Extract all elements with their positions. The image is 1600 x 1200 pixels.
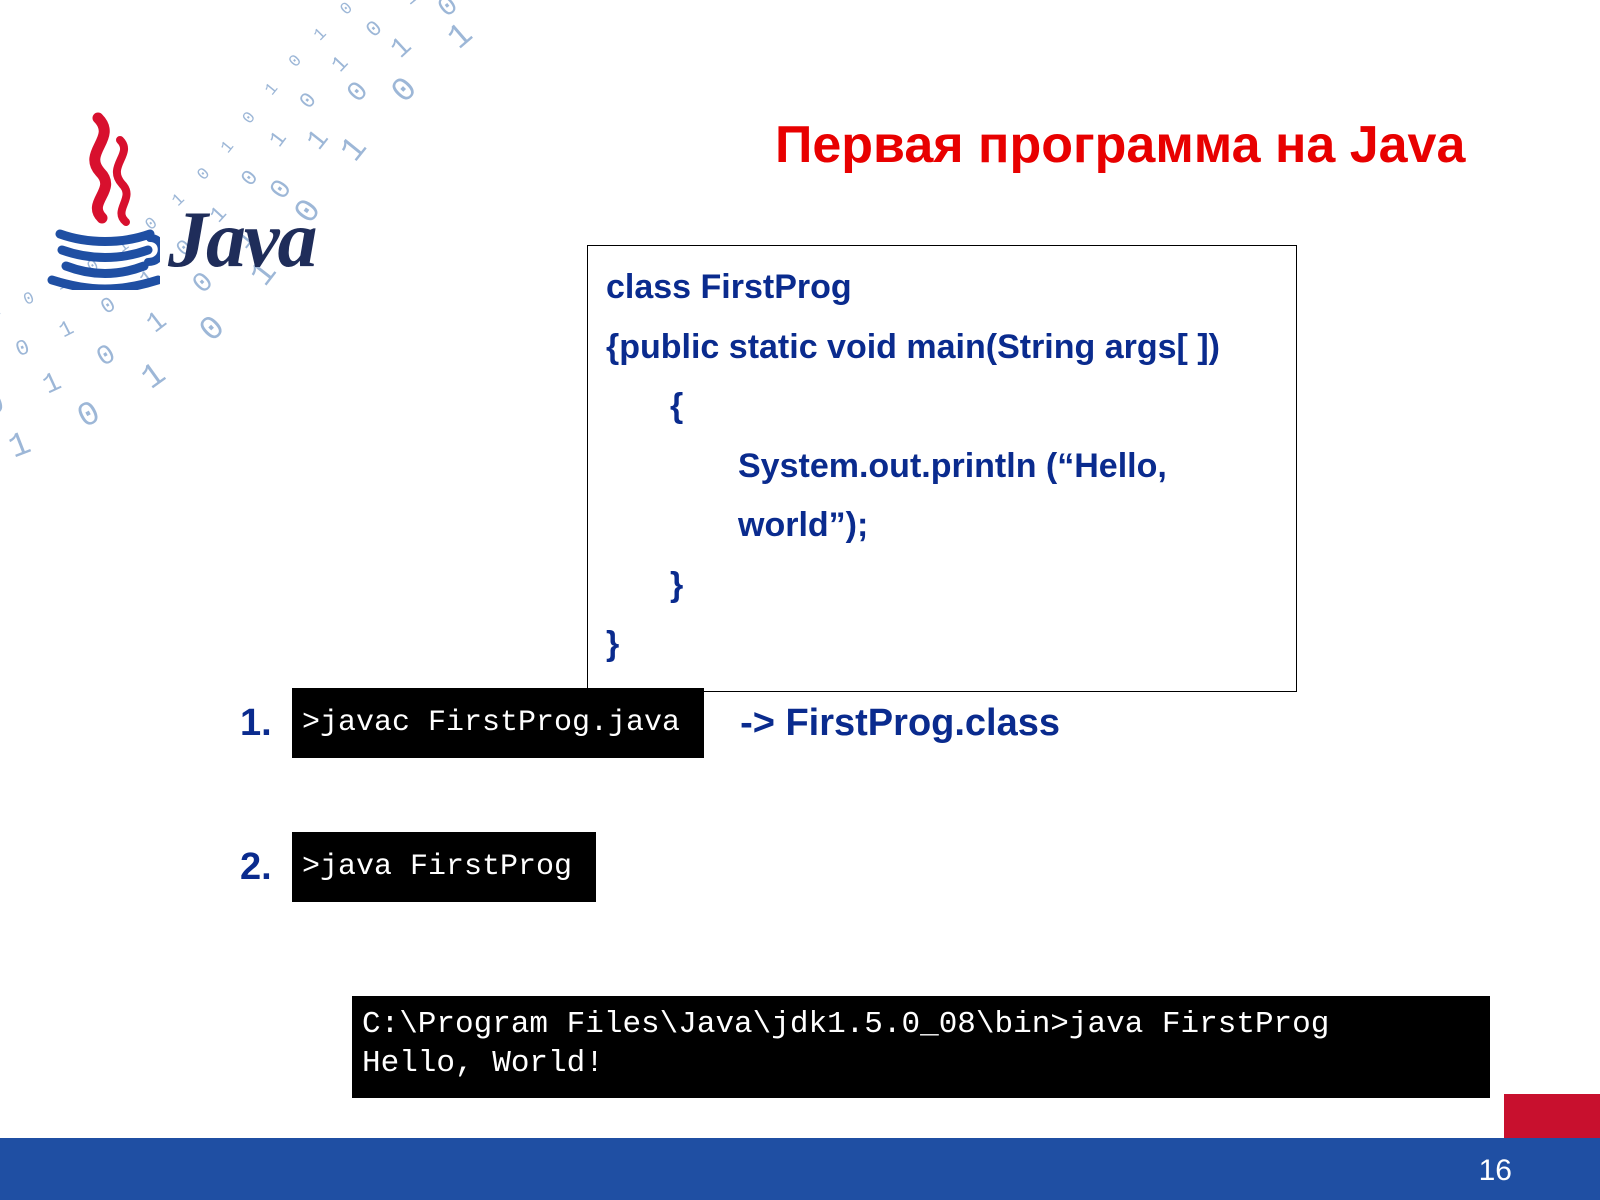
step-2: 2. >java FirstProg xyxy=(240,832,596,902)
slide-root: 0 1 0 1 0 1 0 1 0 1 0 1 0 1 0 1 0 1 0 1 … xyxy=(0,0,1600,1200)
step-number: 1. xyxy=(240,702,292,745)
terminal-snippet: >java FirstProg xyxy=(292,832,596,902)
code-box: class FirstProg {public static void main… xyxy=(587,245,1297,692)
step-1: 1. >javac FirstProg.java -> FirstProg.cl… xyxy=(240,688,1060,758)
code-line: } xyxy=(606,556,1278,616)
step-number: 2. xyxy=(240,846,292,889)
slide-title: Первая программа на Java xyxy=(775,115,1465,175)
terminal-snippet: >javac FirstProg.java xyxy=(292,688,704,758)
code-line: System.out.println (“Hello, world”); xyxy=(606,437,1278,556)
code-line: {public static void main(String args[ ]) xyxy=(606,328,1220,366)
program-output: C:\Program Files\Java\jdk1.5.0_08\bin>ja… xyxy=(352,996,1490,1098)
java-cup-icon xyxy=(40,110,160,290)
java-logo: Java xyxy=(40,110,370,290)
code-line: { xyxy=(606,377,1278,437)
footer-bar: 16 xyxy=(0,1138,1600,1200)
page-number: 16 xyxy=(1479,1154,1512,1188)
code-line: } xyxy=(606,625,619,663)
step-result: -> FirstProg.class xyxy=(740,702,1060,745)
binary-swirl-decoration: 0 1 0 1 0 1 0 1 0 1 0 1 0 1 0 1 0 1 0 1 … xyxy=(0,0,640,620)
code-line: class FirstProg xyxy=(606,268,852,306)
java-logo-word: Java xyxy=(168,195,316,286)
